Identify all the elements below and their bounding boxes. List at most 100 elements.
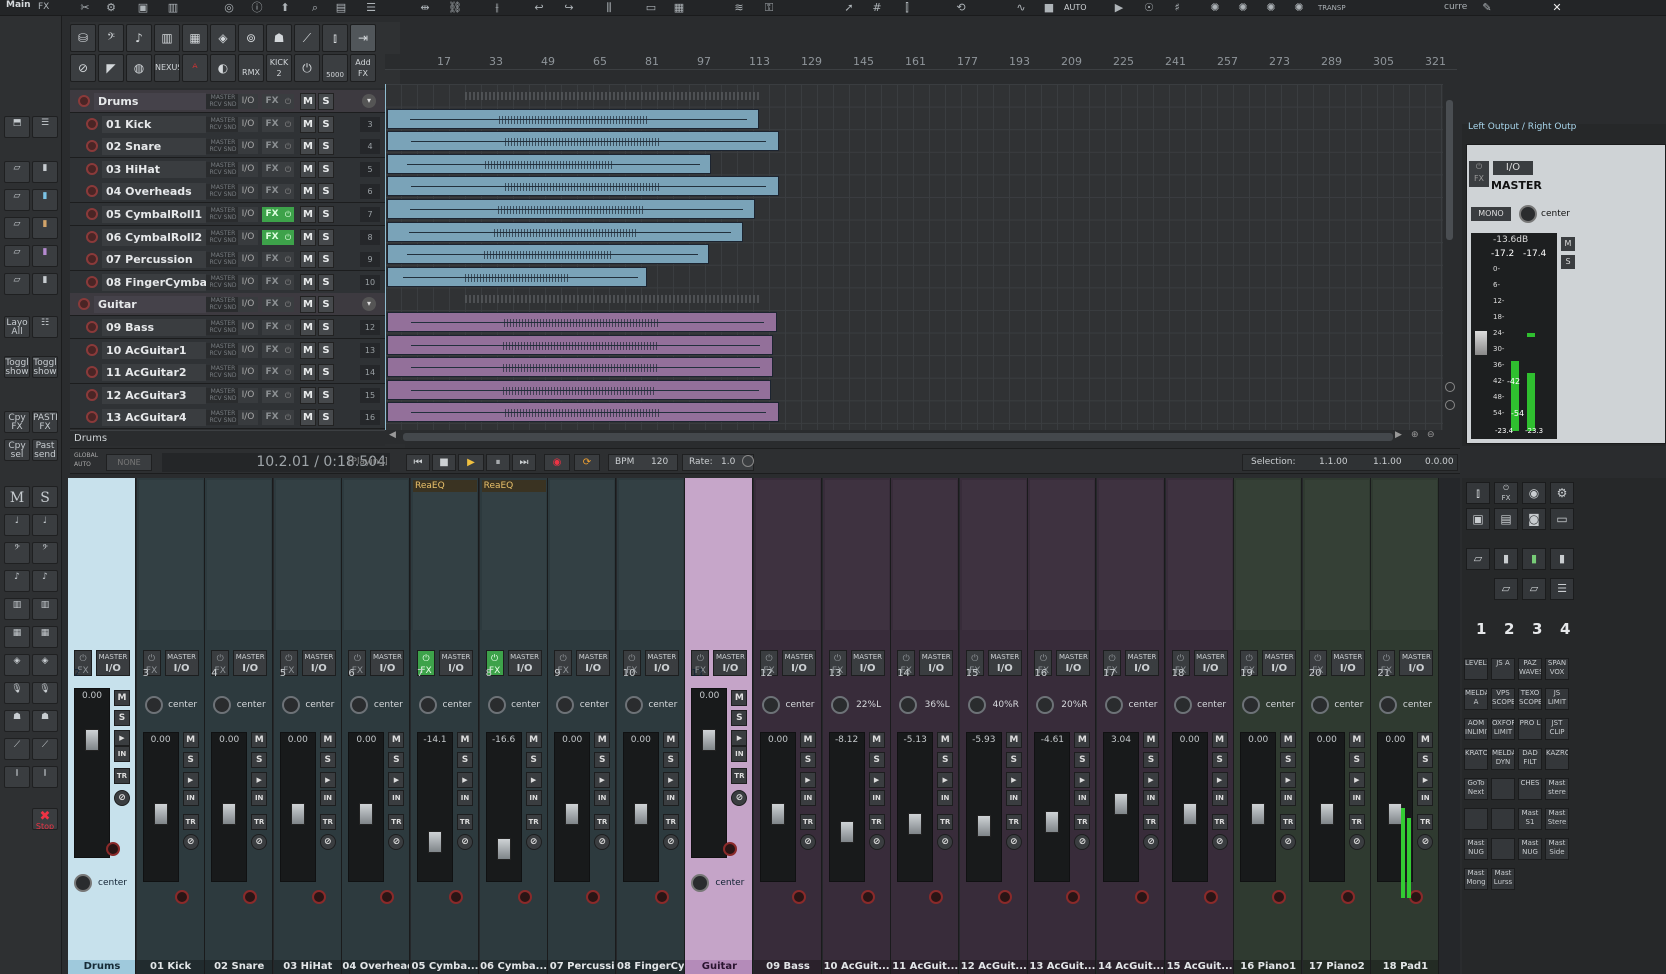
track-fx-button[interactable]: FX [262, 207, 282, 222]
track-mute-button[interactable]: M [300, 206, 316, 223]
track-solo-button[interactable]: S [318, 115, 334, 133]
record-arm-button[interactable] [86, 366, 98, 379]
track-name[interactable]: 06 CymbalRoll2 [102, 228, 206, 246]
strip-input-button[interactable]: IN [662, 790, 679, 806]
track-fx-power-icon[interactable]: ⏻ [282, 410, 294, 426]
mic-icon-2[interactable]: 🎙 [32, 682, 58, 704]
track-solo-button[interactable]: S [318, 341, 334, 359]
track-solo-button[interactable]: S [318, 364, 334, 382]
timeline-ruler[interactable]: 17 33 49 65 81 97 113 129 145 161 177 193 209 225 241 2… [385, 54, 1491, 70]
strip-trim-button[interactable]: TR [114, 768, 130, 784]
strip-pan-knob[interactable] [967, 696, 986, 714]
mixer-strip[interactable]: ⏻ FX MASTER I/O 17 center 3.04 M S ▶ IN TR ⊘ 14 AcGui… [1097, 478, 1165, 974]
media-item[interactable] [387, 334, 773, 355]
track-fx-power-icon[interactable]: ⏻ [282, 116, 294, 132]
strip-trim-button[interactable]: TR [1211, 814, 1228, 830]
track-mute-button[interactable]: M [300, 364, 316, 382]
drumkit-icon[interactable]: ⛁ [70, 24, 96, 52]
strip-trim-button[interactable]: TR [868, 814, 885, 830]
item-white-icon[interactable]: ▮ [32, 273, 58, 295]
record-arm-button[interactable] [86, 162, 98, 175]
split-icon[interactable]: ⫲ [488, 0, 506, 15]
strip-pan-knob[interactable] [762, 696, 780, 714]
strip-record-arm[interactable] [723, 842, 738, 856]
mixer-strip[interactable]: ⏻ FX MASTER I/O 20 center 0.00 M S ▶ IN TR ⊘ 17 Piano… [1302, 478, 1371, 974]
macro-button[interactable]: Mast NUG [1518, 838, 1542, 860]
strip-phase-icon[interactable]: ⊘ [388, 834, 405, 850]
strip-trim-button[interactable]: TR [1074, 814, 1091, 830]
track-name[interactable]: 08 FingerCymbal [102, 273, 206, 291]
choir-tool-icon[interactable]: ☗ [266, 24, 292, 52]
track-row[interactable]: 02 Snare MASTER RCV SND I/O FX ⏻ M S 4 [70, 135, 405, 159]
gear-icon[interactable]: ⚙ [102, 0, 120, 15]
track-solo-button[interactable]: S [318, 93, 334, 110]
macro-button[interactable]: Mast NUG [1464, 838, 1488, 860]
track-solo-button[interactable]: S [318, 409, 334, 427]
strip-fader-track[interactable]: 0.00 [1171, 732, 1208, 882]
sharp-icon[interactable]: ♯ [1168, 0, 1186, 15]
guitar-tool-icon[interactable]: ♪ [126, 24, 152, 52]
list-icon[interactable]: ☰ [362, 0, 380, 15]
track-io-button[interactable]: I/O [238, 184, 258, 200]
strip-phase-icon[interactable]: ⊘ [662, 834, 679, 850]
strip-pan-knob[interactable] [281, 696, 300, 714]
strip-fader-knob[interactable] [1388, 803, 1403, 825]
mute-all-button[interactable]: M [4, 486, 30, 508]
paste-send-button[interactable]: Past send [32, 439, 58, 461]
strip-mute-button[interactable]: M [1348, 732, 1365, 748]
item-purple-icon[interactable]: ▮ [32, 245, 58, 267]
fx-insert-area[interactable] [619, 480, 683, 630]
macro-button[interactable]: MELDA DYN [1491, 748, 1515, 770]
go-end-icon[interactable]: ⏭ [512, 454, 536, 471]
strip-trim-button[interactable]: TR [1005, 814, 1022, 830]
strip-play-icon[interactable]: ▶ [319, 772, 336, 788]
strip-play-icon[interactable]: ▶ [937, 772, 954, 788]
horizontal-scrollbar[interactable]: ◀ ▶ ⊕ ⊖ [385, 430, 1445, 444]
strip-input-button[interactable]: IN [800, 790, 816, 806]
strip-phase-icon[interactable]: ⊘ [1143, 834, 1159, 850]
menu-fx[interactable]: FX [38, 2, 49, 12]
guitar-alt-icon-1[interactable]: ⟋ [4, 738, 30, 760]
track-name[interactable]: Drums [94, 93, 206, 110]
track-name[interactable]: 09 Bass [102, 319, 206, 336]
mixer-strip[interactable]: ⏻ FX MASTER I/O 5 center 0.00 M S ▶ IN TR ⊘ 03 HiHat [273, 478, 342, 974]
strip-play-icon[interactable]: ▶ [1005, 772, 1022, 788]
record-arm-button[interactable] [86, 388, 98, 401]
record-arm-button[interactable] [86, 321, 98, 333]
macro-button[interactable]: SPAN VOX [1545, 658, 1569, 680]
strip-fader-track[interactable]: 0.00 [142, 732, 179, 882]
strip-trim-button[interactable]: TR [1417, 814, 1434, 830]
track-row[interactable]: 04 Overheads MASTER RCV SND I/O FX ⏻ M S 6 [70, 180, 405, 204]
record-icon[interactable]: ◉ [544, 454, 570, 471]
play-icon[interactable]: ▶ [458, 454, 484, 471]
mixer-film-icon[interactable]: ▣ [1466, 508, 1490, 530]
strip-fader-knob[interactable] [633, 803, 648, 825]
track-fx-button[interactable]: FX [262, 387, 282, 403]
strip-trim-button[interactable]: TR [319, 814, 336, 830]
strip-fader-knob[interactable] [1319, 803, 1334, 825]
strip-solo-button[interactable]: S [594, 752, 611, 768]
strip-trim-button[interactable]: TR [457, 814, 473, 830]
guitar-alt-icon-2[interactable]: ⟋ [32, 738, 58, 760]
strip-record-arm[interactable] [1135, 890, 1149, 904]
strip-fader-track[interactable]: -8.12 [828, 732, 865, 882]
track-io-button[interactable]: I/O [238, 116, 258, 132]
strip-fader-track[interactable]: -5.13 [897, 732, 934, 882]
media-item[interactable] [387, 131, 779, 152]
mixer-strip[interactable]: ReaEQ ⏻ FX MASTER I/O 8 center -16.6 M S ▶ IN TR ⊘ 06 … [479, 478, 548, 974]
macro-button[interactable]: GoTo Next [1464, 778, 1488, 800]
strip-solo-button[interactable]: S [182, 752, 199, 768]
track-name[interactable]: 04 Overheads [102, 183, 206, 201]
fx-insert-area[interactable] [1373, 480, 1437, 630]
strip-fader-knob[interactable] [565, 803, 580, 825]
repeat-icon[interactable]: ⟳ [574, 454, 600, 471]
item-orange-icon[interactable]: ▮ [32, 217, 58, 239]
track-name[interactable]: Guitar [94, 296, 206, 314]
master-pan-knob[interactable] [1519, 205, 1537, 223]
stop-icon[interactable]: ■ [432, 454, 456, 471]
mixer-eq-icon[interactable]: ⫾ [1466, 482, 1490, 504]
strip-mute-button[interactable]: M [1143, 732, 1159, 748]
synth-tool-icon[interactable]: ◈ [210, 24, 236, 52]
folder-collapse-icon[interactable]: ▾ [362, 297, 376, 312]
copy-sel-button[interactable]: Cpy sel [4, 439, 30, 461]
